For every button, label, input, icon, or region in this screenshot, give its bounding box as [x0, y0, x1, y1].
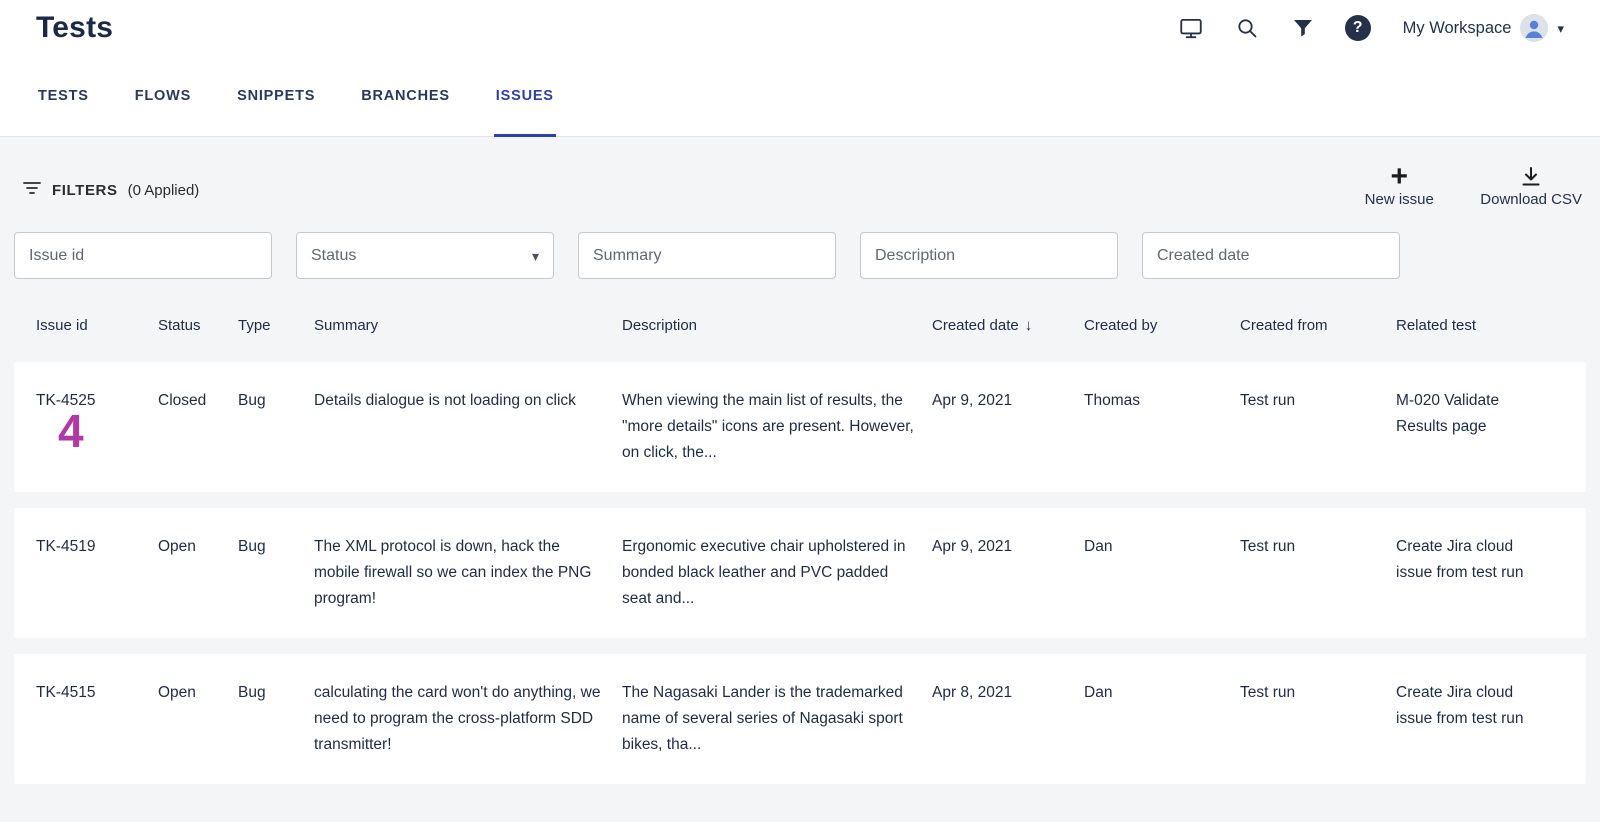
workspace-label: My Workspace	[1403, 19, 1512, 38]
help-icon[interactable]: ?	[1345, 15, 1371, 41]
cell-type: Bug	[238, 680, 314, 758]
cell-description: When viewing the main list of results, t…	[622, 388, 932, 466]
column-header-related-test[interactable]: Related test	[1396, 317, 1566, 334]
new-issue-button[interactable]: + New issue	[1356, 163, 1442, 208]
status-filter-select[interactable]: Status ▾	[296, 232, 554, 279]
column-header-created-date[interactable]: Created date ↓	[932, 317, 1084, 334]
filters-toolbar: FILTERS (0 Applied) + New issue Download…	[14, 163, 1586, 208]
tab-tests[interactable]: TESTS	[36, 56, 91, 137]
column-header-type[interactable]: Type	[238, 317, 314, 334]
cell-related-test: Create Jira cloud issue from test run	[1396, 534, 1566, 612]
page-title: Tests	[36, 11, 113, 45]
created-date-filter-input[interactable]	[1142, 232, 1400, 279]
cell-created-from: Test run	[1240, 388, 1396, 466]
download-icon	[1519, 163, 1543, 189]
download-csv-label: Download CSV	[1480, 191, 1582, 208]
cell-type: Bug	[238, 534, 314, 612]
avatar	[1520, 14, 1548, 42]
chevron-down-icon: ▾	[532, 249, 539, 263]
cell-description: Ergonomic executive chair upholstered in…	[622, 534, 932, 612]
table-actions: + New issue Download CSV	[1356, 163, 1582, 208]
plus-icon: +	[1391, 163, 1409, 189]
cell-status: Closed	[158, 388, 238, 466]
issues-content: FILTERS (0 Applied) + New issue Download…	[0, 137, 1600, 784]
cell-created-date: Apr 9, 2021	[932, 388, 1084, 466]
cell-created-by: Dan	[1084, 534, 1240, 612]
new-issue-label: New issue	[1365, 191, 1434, 208]
column-header-description[interactable]: Description	[622, 317, 932, 334]
sort-descending-icon: ↓	[1025, 317, 1033, 334]
tab-bar: TESTS FLOWS SNIPPETS BRANCHES ISSUES	[0, 56, 1600, 137]
cell-summary: Details dialogue is not loading on click	[314, 388, 622, 466]
cell-issue-id: TK-4515	[36, 680, 158, 758]
chevron-down-icon: ▾	[1557, 22, 1564, 35]
workspace-menu[interactable]: My Workspace ▾	[1403, 14, 1564, 42]
cell-description: The Nagasaki Lander is the trademarked n…	[622, 680, 932, 758]
cell-summary: calculating the card won't do anything, …	[314, 680, 622, 758]
topbar: Tests ? My Workspace	[0, 0, 1600, 56]
column-header-issue-id[interactable]: Issue id	[36, 317, 158, 334]
filters-label: FILTERS	[52, 182, 118, 199]
cell-related-test: Create Jira cloud issue from test run	[1396, 680, 1566, 758]
table-row[interactable]: TK-4519 Open Bug The XML protocol is dow…	[14, 508, 1586, 638]
tab-snippets[interactable]: SNIPPETS	[235, 56, 317, 137]
issue-id-filter-input[interactable]	[14, 232, 272, 279]
cell-related-test: M-020 Validate Results page	[1396, 388, 1566, 466]
cell-created-by: Dan	[1084, 680, 1240, 758]
table-row[interactable]: TK-4525 Closed Bug Details dialogue is n…	[14, 362, 1586, 492]
filters-applied-count: (0 Applied)	[128, 182, 200, 199]
cell-issue-id: TK-4525	[36, 388, 158, 466]
summary-filter-input[interactable]	[578, 232, 836, 279]
description-filter-input[interactable]	[860, 232, 1118, 279]
column-header-created-by[interactable]: Created by	[1084, 317, 1240, 334]
cell-created-date: Apr 8, 2021	[932, 680, 1084, 758]
column-header-status[interactable]: Status	[158, 317, 238, 334]
tab-branches[interactable]: BRANCHES	[359, 56, 452, 137]
created-date-header-label: Created date	[932, 317, 1019, 334]
annotation-marker-4: 4	[58, 408, 84, 454]
cell-status: Open	[158, 534, 238, 612]
table-header: Issue id Status Type Summary Description…	[14, 317, 1586, 334]
filter-lines-icon	[22, 179, 42, 202]
cell-created-date: Apr 9, 2021	[932, 534, 1084, 612]
cell-created-from: Test run	[1240, 534, 1396, 612]
cell-summary: The XML protocol is down, hack the mobil…	[314, 534, 622, 612]
cell-created-from: Test run	[1240, 680, 1396, 758]
tab-flows[interactable]: FLOWS	[133, 56, 193, 137]
download-csv-button[interactable]: Download CSV	[1480, 163, 1582, 208]
cell-status: Open	[158, 680, 238, 758]
filter-icon[interactable]	[1289, 14, 1317, 42]
table-row[interactable]: TK-4515 Open Bug calculating the card wo…	[14, 654, 1586, 784]
monitor-icon[interactable]	[1177, 14, 1205, 42]
cell-issue-id: TK-4519	[36, 534, 158, 612]
column-header-created-from[interactable]: Created from	[1240, 317, 1396, 334]
cell-type: Bug	[238, 388, 314, 466]
search-icon[interactable]	[1233, 14, 1261, 42]
filters-toggle[interactable]: FILTERS (0 Applied)	[22, 179, 199, 202]
cell-created-by: Thomas	[1084, 388, 1240, 466]
tab-issues[interactable]: ISSUES	[494, 56, 556, 137]
status-filter-placeholder: Status	[311, 247, 356, 265]
column-header-summary[interactable]: Summary	[314, 317, 622, 334]
topbar-actions: ? My Workspace ▾	[1177, 14, 1564, 42]
filter-inputs-row: Status ▾	[14, 232, 1586, 279]
